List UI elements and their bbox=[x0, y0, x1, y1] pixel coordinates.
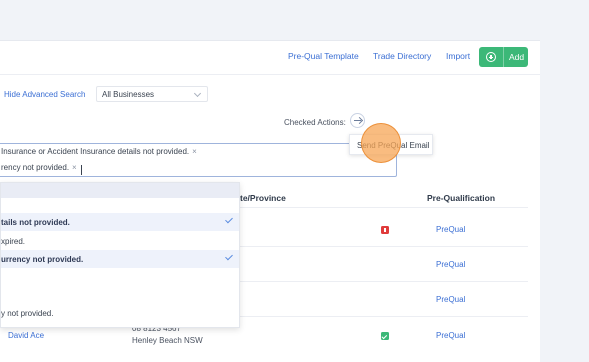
add-button-label: Add bbox=[509, 52, 525, 62]
status-badge-red-icon bbox=[381, 226, 389, 234]
prequal-link[interactable]: PreQual bbox=[436, 260, 465, 269]
text-cursor bbox=[81, 165, 82, 175]
checkmark-icon bbox=[225, 252, 233, 261]
trade-directory-link[interactable]: Trade Directory bbox=[373, 51, 431, 61]
plus-circle-icon bbox=[486, 52, 496, 62]
prequal-link[interactable]: PreQual bbox=[436, 225, 465, 234]
dropdown-option[interactable] bbox=[1, 286, 239, 302]
filter-tags-input[interactable]: Insurance or Accident Insurance details … bbox=[0, 143, 397, 177]
prequal-template-link[interactable]: Pre-Qual Template bbox=[288, 51, 359, 61]
hide-advanced-search-link[interactable]: Hide Advanced Search bbox=[4, 90, 85, 99]
filter-tag: Insurance or Accident Insurance details … bbox=[1, 147, 197, 156]
filter-tag-label: rency not provided. bbox=[1, 163, 70, 172]
filter-options-dropdown: tails not provided. xpired. urrency not … bbox=[0, 182, 240, 328]
checked-actions-arrow-button[interactable] bbox=[350, 113, 365, 128]
checkmark-icon bbox=[225, 215, 233, 224]
action-toolbar: Pre-Qual Template Trade Directory Import… bbox=[0, 41, 540, 75]
dropdown-option[interactable]: xpired. bbox=[1, 233, 239, 249]
dropdown-option-label: tails not provided. bbox=[1, 218, 70, 227]
button-divider bbox=[503, 47, 504, 67]
prequal-link[interactable]: PreQual bbox=[436, 295, 465, 304]
business-filter-value: All Businesses bbox=[102, 90, 155, 99]
status-badge-green-icon bbox=[381, 332, 389, 340]
dropdown-option-label: urrency not provided. bbox=[1, 255, 84, 264]
column-header-prequalification[interactable]: Pre-Qualification bbox=[427, 193, 495, 203]
filter-tag: rency not provided. × bbox=[1, 163, 77, 172]
dropdown-option[interactable] bbox=[1, 269, 239, 285]
dropdown-header bbox=[1, 183, 239, 198]
dropdown-option[interactable]: y not provided. bbox=[1, 305, 239, 321]
business-filter-select[interactable]: All Businesses bbox=[96, 86, 208, 102]
checked-actions-label: Checked Actions: bbox=[284, 118, 346, 127]
click-highlight-indicator bbox=[361, 123, 401, 163]
dropdown-option[interactable]: urrency not provided. bbox=[1, 250, 239, 268]
contact-name-link[interactable]: David Ace bbox=[8, 331, 44, 340]
dropdown-option[interactable]: tails not provided. bbox=[1, 213, 239, 231]
dropdown-option-label: y not provided. bbox=[1, 309, 54, 318]
main-card: Pre-Qual Template Trade Directory Import… bbox=[0, 40, 540, 362]
add-button[interactable]: Add bbox=[479, 47, 528, 67]
chevron-down-icon bbox=[193, 89, 202, 98]
prequal-link[interactable]: PreQual bbox=[436, 331, 465, 340]
column-header-state[interactable]: te/Province bbox=[240, 193, 286, 203]
remove-tag-icon[interactable]: × bbox=[72, 163, 77, 172]
contact-location: Henley Beach NSW bbox=[132, 336, 203, 345]
remove-tag-icon[interactable]: × bbox=[192, 147, 197, 156]
filter-tag-label: Insurance or Accident Insurance details … bbox=[1, 147, 190, 156]
dropdown-option-label: xpired. bbox=[1, 237, 26, 246]
import-link[interactable]: Import bbox=[446, 51, 470, 61]
